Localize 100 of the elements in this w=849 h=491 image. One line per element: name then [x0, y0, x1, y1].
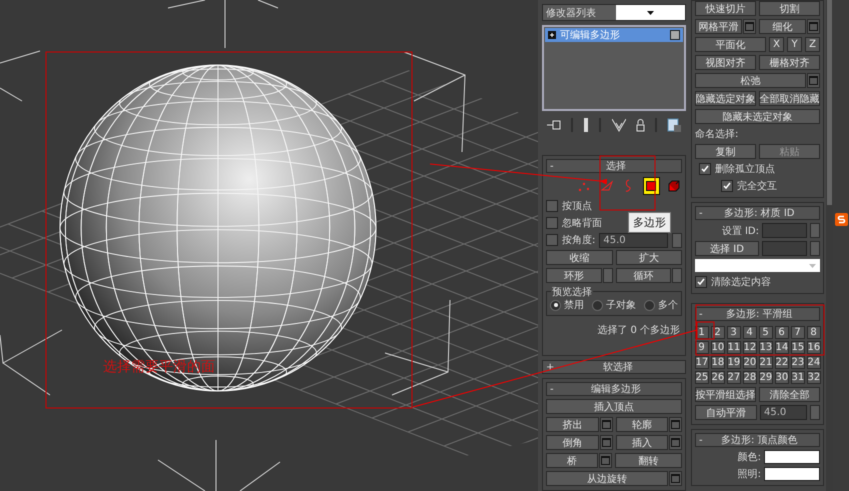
- settings-button[interactable]: [807, 73, 820, 88]
- smoothing-group-button[interactable]: 30: [774, 371, 788, 384]
- rollout-header[interactable]: - 多边形: 平滑组: [695, 307, 820, 321]
- button[interactable]: 快速切片: [695, 1, 756, 16]
- axis-button[interactable]: X: [769, 37, 784, 52]
- smoothing-group-button[interactable]: 4: [742, 326, 756, 339]
- smoothing-group-button[interactable]: 11: [726, 341, 740, 354]
- smoothing-group-button[interactable]: 14: [774, 341, 788, 354]
- button[interactable]: 切割: [759, 1, 820, 16]
- settings-button[interactable]: [598, 453, 612, 468]
- spinner[interactable]: [810, 405, 820, 420]
- threshold-field[interactable]: 45.0: [760, 405, 807, 420]
- radio-option[interactable]: 子对象: [592, 298, 636, 312]
- checkbox[interactable]: [695, 276, 707, 288]
- button[interactable]: 从边旋转: [546, 471, 668, 486]
- settings-button[interactable]: [669, 435, 682, 450]
- button[interactable]: 视图对齐: [695, 55, 756, 70]
- smoothing-group-button[interactable]: 10: [710, 341, 724, 354]
- smoothing-group-button[interactable]: 28: [742, 371, 756, 384]
- button[interactable]: 环形: [546, 268, 602, 283]
- smoothing-group-button[interactable]: 21: [758, 356, 772, 369]
- smoothing-group-button[interactable]: 29: [758, 371, 772, 384]
- checkbox[interactable]: [721, 180, 733, 192]
- smoothing-group-button[interactable]: 18: [710, 356, 724, 369]
- smoothing-group-button[interactable]: 15: [790, 341, 804, 354]
- rollout-header[interactable]: - 多边形: 材质 ID: [695, 206, 820, 220]
- pin-icon[interactable]: [547, 120, 562, 130]
- smoothing-group-button[interactable]: 8: [806, 326, 820, 339]
- axis-button[interactable]: Y: [787, 37, 802, 52]
- subobject-button[interactable]: [643, 177, 660, 195]
- checkbox[interactable]: [546, 217, 558, 229]
- radio-button[interactable]: [550, 300, 561, 310]
- rollout-header[interactable]: - 编辑多边形: [546, 382, 682, 396]
- scrollbar-thumb[interactable]: [827, 0, 832, 205]
- button[interactable]: 桥: [546, 453, 598, 468]
- modifier-stack[interactable]: 可编辑多边形: [542, 25, 686, 111]
- button[interactable]: 隐藏选定对象: [695, 91, 756, 106]
- button[interactable]: 选择 ID: [695, 241, 759, 256]
- lock-icon[interactable]: [636, 118, 645, 132]
- checkbox[interactable]: [546, 234, 558, 246]
- button[interactable]: 扩大: [616, 250, 682, 265]
- spinner[interactable]: [810, 241, 820, 256]
- smoothing-group-button[interactable]: 24: [806, 356, 820, 369]
- button[interactable]: 清除全部: [759, 387, 820, 402]
- button[interactable]: 收缩: [546, 250, 612, 265]
- button[interactable]: 复制: [695, 144, 756, 159]
- radio-option[interactable]: 禁用: [550, 298, 584, 312]
- button[interactable]: 翻转: [614, 453, 682, 468]
- radio-button[interactable]: [644, 300, 655, 310]
- spinner[interactable]: [602, 268, 612, 283]
- smoothing-group-button[interactable]: 3: [726, 326, 740, 339]
- smoothing-group-button[interactable]: 16: [806, 341, 820, 354]
- button[interactable]: 自动平滑: [695, 405, 757, 420]
- smoothing-group-button[interactable]: 17: [694, 356, 708, 369]
- button[interactable]: 循环: [616, 268, 671, 283]
- color-swatch[interactable]: [764, 450, 820, 464]
- smoothing-group-button[interactable]: 7: [790, 326, 804, 339]
- radio-option[interactable]: 多个: [644, 298, 678, 312]
- configure-icon[interactable]: [666, 118, 681, 132]
- smoothing-group-button[interactable]: 2: [710, 326, 724, 339]
- smoothing-group-button[interactable]: 20: [742, 356, 756, 369]
- smoothing-group-button[interactable]: 26: [710, 371, 724, 384]
- button[interactable]: 松弛: [695, 73, 806, 88]
- button[interactable]: 全部取消隐藏: [759, 91, 820, 106]
- button[interactable]: 倒角: [546, 435, 598, 450]
- settings-button[interactable]: [669, 417, 682, 432]
- rollout-header[interactable]: + 软选择: [542, 360, 686, 374]
- angle-field[interactable]: 45.0: [599, 232, 668, 248]
- spinner[interactable]: [672, 232, 682, 248]
- button[interactable]: 插入顶点: [546, 399, 682, 414]
- settings-button[interactable]: [600, 435, 612, 450]
- color-swatch[interactable]: [764, 467, 820, 481]
- bar-icon[interactable]: [583, 118, 590, 132]
- checkbox[interactable]: [546, 200, 558, 212]
- smoothing-group-button[interactable]: 9: [694, 341, 708, 354]
- button[interactable]: 网格平滑: [695, 19, 742, 34]
- button[interactable]: 挤出: [546, 417, 598, 432]
- smoothing-group-button[interactable]: 22: [774, 356, 788, 369]
- button[interactable]: 细化: [759, 19, 806, 34]
- smoothing-group-button[interactable]: 25: [694, 371, 708, 384]
- smoothing-group-button[interactable]: 23: [790, 356, 804, 369]
- smoothing-group-button[interactable]: 13: [758, 341, 772, 354]
- checkbox[interactable]: [699, 163, 711, 175]
- button[interactable]: 轮廓: [616, 417, 668, 432]
- rollout-header[interactable]: - 选择: [546, 159, 682, 173]
- settings-button[interactable]: [743, 19, 756, 34]
- spinner[interactable]: [672, 268, 682, 283]
- modifier-dropdown[interactable]: 修改器列表: [542, 4, 686, 21]
- button[interactable]: 按平滑组选择: [695, 387, 756, 402]
- rollout-header[interactable]: - 多边形: 顶点颜色: [695, 433, 820, 447]
- funnel-icon[interactable]: [612, 118, 626, 132]
- button[interactable]: 插入: [616, 435, 668, 450]
- radio-button[interactable]: [592, 300, 603, 310]
- settings-button[interactable]: [669, 471, 682, 486]
- smoothing-group-button[interactable]: 5: [758, 326, 772, 339]
- axis-button[interactable]: Z: [805, 37, 820, 52]
- settings-button[interactable]: [807, 19, 820, 34]
- smoothing-group-button[interactable]: 32: [806, 371, 820, 384]
- button[interactable]: 隐藏未选定对象: [695, 109, 820, 124]
- smoothing-group-button[interactable]: 31: [790, 371, 804, 384]
